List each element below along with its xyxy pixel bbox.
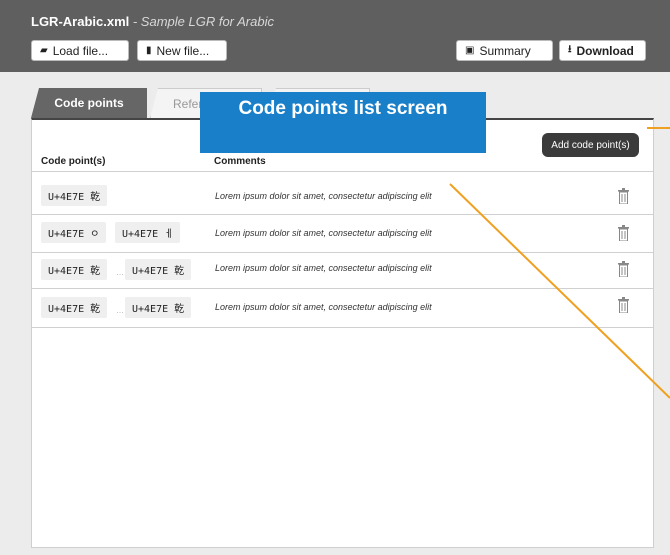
code-point-chip[interactable]: U+4E7E ㅇ (41, 222, 107, 243)
column-header-code-points: Code point(s) (41, 156, 106, 167)
summary-button[interactable]: ▣ Summary (456, 40, 553, 61)
app-header (0, 0, 670, 72)
code-point-chip[interactable]: U+4E7E 乾 (125, 259, 192, 280)
file-name: LGR-Arabic.xml (31, 14, 130, 29)
tab-references-label: Refer (173, 96, 203, 111)
row-divider (32, 252, 653, 253)
code-point-chip[interactable]: U+4E7E 乾 (41, 297, 108, 318)
download-button[interactable]: ⭳ Download (559, 40, 646, 61)
summary-label: Summary (479, 43, 531, 58)
download-icon: ⭳ (568, 44, 572, 55)
code-point-chip[interactable]: U+4E7E 乾 (41, 185, 108, 206)
range-separator: … (116, 306, 124, 315)
page-title: LGR-Arabic.xml - Sample LGR for Arabic (31, 14, 274, 29)
trash-icon[interactable] (618, 188, 629, 204)
header-divider (32, 171, 653, 172)
code-point-chip[interactable]: U+4E7E 乾 (41, 259, 108, 280)
clipboard-icon: ▣ (465, 45, 475, 56)
column-header-comments: Comments (214, 156, 266, 167)
new-file-button[interactable]: ▮ New file... (137, 40, 227, 61)
folder-icon: ▰ (40, 45, 48, 56)
code-point-chip[interactable]: U+4E7E 乾 (125, 297, 192, 318)
row-comment: Lorem ipsum dolor sit amet, consectetur … (215, 228, 432, 238)
tab-code-points-label: Code points (54, 96, 124, 110)
load-file-button[interactable]: ▰ Load file... (31, 40, 129, 61)
annotation-callout: Code points list screen (200, 92, 486, 153)
row-divider (32, 327, 653, 328)
row-divider (32, 214, 653, 215)
code-point-chip[interactable]: U+4E7E ㅔ (115, 222, 181, 243)
row-divider (32, 288, 653, 289)
row-comment: Lorem ipsum dolor sit amet, consectetur … (215, 302, 432, 312)
add-code-points-button[interactable]: Add code point(s) (542, 133, 639, 157)
new-file-icon: ▮ (146, 45, 152, 56)
trash-icon[interactable] (618, 297, 629, 313)
load-file-label: Load file... (52, 43, 109, 58)
tab-code-points[interactable]: Code points (31, 88, 147, 118)
code-points-panel (31, 118, 654, 548)
new-file-label: New file... (156, 43, 210, 58)
trash-icon[interactable] (618, 261, 629, 277)
range-separator: … (116, 268, 124, 277)
trash-icon[interactable] (618, 225, 629, 241)
download-label: Download (576, 43, 634, 58)
row-comment: Lorem ipsum dolor sit amet, consectetur … (215, 263, 432, 273)
file-subtitle: - Sample LGR for Arabic (129, 14, 274, 29)
row-comment: Lorem ipsum dolor sit amet, consectetur … (215, 191, 432, 201)
